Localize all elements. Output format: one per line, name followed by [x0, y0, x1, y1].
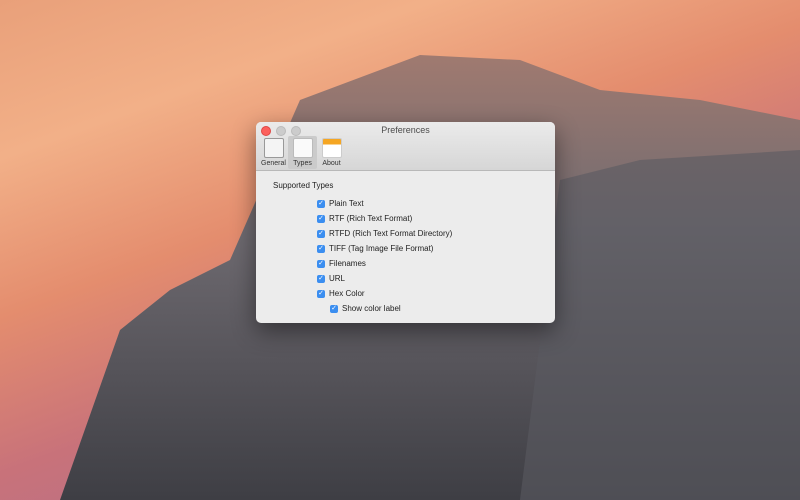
checkmark-icon: ✓ [317, 214, 325, 223]
checkbox-label: TIFF (Tag Image File Format) [329, 244, 434, 253]
checkbox-label: Filenames [329, 259, 366, 268]
window-title: Preferences [381, 125, 430, 135]
checkbox-hex-color[interactable]: ✓ Hex Color [317, 286, 555, 301]
tab-about[interactable]: About [317, 136, 346, 169]
document-icon [292, 138, 313, 158]
checkbox-plain-text[interactable]: ✓ Plain Text [317, 196, 555, 211]
preferences-window: Preferences General Types About Supporte… [256, 122, 555, 323]
tab-types[interactable]: Types [288, 136, 317, 169]
tab-label: About [322, 160, 341, 167]
notes-icon [321, 138, 342, 158]
checkmark-icon: ✓ [317, 244, 325, 253]
checkbox-label: Hex Color [329, 289, 365, 298]
checkmark-icon: ✓ [317, 289, 325, 298]
checkbox-tiff[interactable]: ✓ TIFF (Tag Image File Format) [317, 241, 555, 256]
checkbox-show-color-label[interactable]: ✓ Show color label [330, 301, 555, 316]
checkmark-icon: ✓ [330, 304, 338, 313]
checkmark-icon: ✓ [317, 259, 325, 268]
section-heading: Supported Types [273, 181, 334, 190]
checkbox-label: Show color label [342, 304, 401, 313]
checkbox-label: RTFD (Rich Text Format Directory) [329, 229, 453, 238]
checkbox-filenames[interactable]: ✓ Filenames [317, 256, 555, 271]
checkmark-icon: ✓ [317, 229, 325, 238]
checkbox-url[interactable]: ✓ URL [317, 271, 555, 286]
tab-label: General [261, 160, 286, 167]
checkmark-icon: ✓ [317, 274, 325, 283]
checkbox-rtf[interactable]: ✓ RTF (Rich Text Format) [317, 211, 555, 226]
tab-general[interactable]: General [259, 136, 288, 169]
switch-icon [263, 138, 284, 158]
checkbox-label: URL [329, 274, 346, 283]
tab-label: Types [293, 160, 312, 167]
title-bar: Preferences General Types About [256, 122, 555, 171]
checkbox-label: Plain Text [329, 199, 364, 208]
checkmark-icon: ✓ [317, 199, 325, 208]
checkbox-label: RTF (Rich Text Format) [329, 214, 413, 223]
checkbox-rtfd[interactable]: ✓ RTFD (Rich Text Format Directory) [317, 226, 555, 241]
